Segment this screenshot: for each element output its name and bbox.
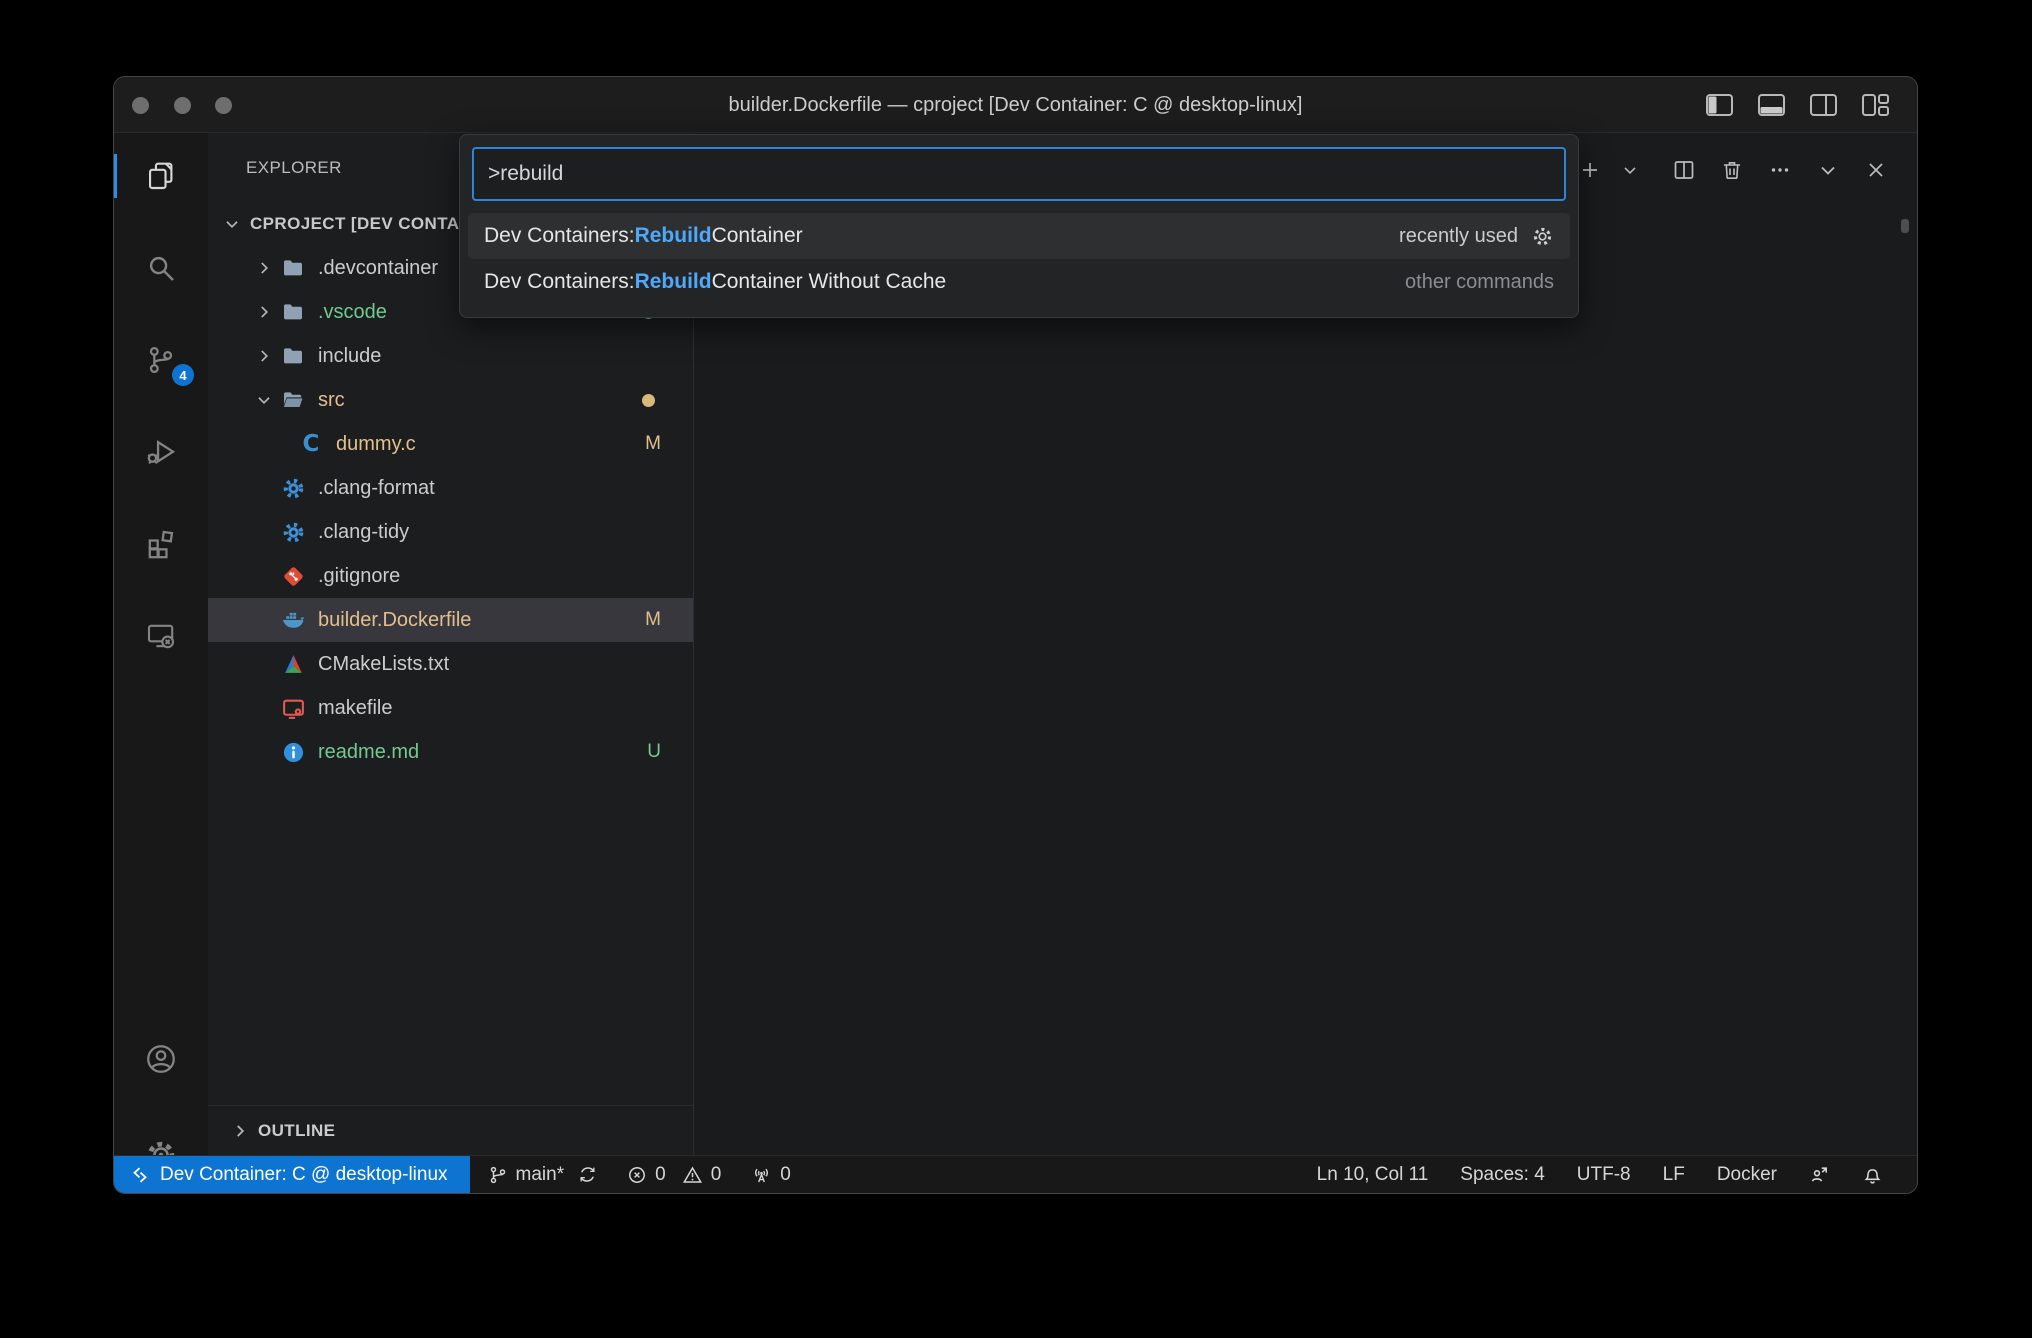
title-bar: builder.Dockerfile — cproject [Dev Conta… [114,77,1917,133]
more-actions-icon[interactable] [1767,157,1793,183]
sync-icon [578,1165,597,1184]
git-badge-modified: M [645,609,661,631]
indentation-item[interactable]: Spaces: 4 [1460,1164,1545,1186]
toggle-primary-sidebar-icon[interactable] [1705,93,1733,117]
toggle-panel-icon[interactable] [1757,93,1785,117]
git-branch-item[interactable]: main* [488,1164,598,1186]
explorer-title: EXPLORER [246,151,342,185]
tree-item-cmakelists[interactable]: CMakeLists.txt [208,642,693,686]
result-text: Dev Containers: [484,224,635,248]
panel-toolbar [1577,157,1889,183]
language-mode-item[interactable]: Docker [1717,1164,1777,1186]
folder-icon [280,255,306,281]
tree-item-dummy-c[interactable]: C dummy.c M [208,422,693,466]
tree-item-include[interactable]: include [208,334,693,378]
tree-item-builder-dockerfile[interactable]: builder.Dockerfile M [208,598,693,642]
command-palette: >rebuild Dev Containers: Rebuild Contain… [459,134,1579,318]
remote-icon [130,1165,150,1185]
group-label-other-commands: other commands [1405,271,1554,294]
close-panel-icon[interactable] [1863,157,1889,183]
activity-bar: 4 1 [114,133,208,1155]
tree-item-makefile[interactable]: makefile [208,686,693,730]
run-debug-view-icon[interactable] [114,428,208,476]
remote-label: Dev Container: C @ desktop-linux [160,1164,448,1186]
search-view-icon[interactable] [114,244,208,292]
eol-item[interactable]: LF [1663,1164,1685,1186]
git-modified-dot [642,394,655,407]
tree-item-clang-format[interactable]: .clang-format [208,466,693,510]
remote-indicator[interactable]: Dev Container: C @ desktop-linux [114,1156,470,1193]
git-badge-modified: M [645,433,661,455]
notifications-bell-icon[interactable] [1862,1164,1883,1185]
command-result-rebuild-without-cache[interactable]: Dev Containers: Rebuild Container Withou… [468,259,1570,305]
chevron-right-icon [254,259,274,277]
gear-file-icon [280,475,306,501]
branch-label: main* [516,1164,565,1186]
chevron-down-icon [254,391,274,409]
radio-tower-icon [751,1165,772,1185]
command-input[interactable]: >rebuild [472,147,1566,201]
result-match: Rebuild [635,224,712,248]
status-bar: Dev Container: C @ desktop-linux main* 0… [114,1155,1917,1193]
makefile-icon [280,695,306,721]
remote-explorer-view-icon[interactable] [114,612,208,660]
configure-keybinding-gear-icon[interactable] [1530,224,1554,248]
command-results: Dev Containers: Rebuild Container recent… [468,213,1570,305]
terminal-dropdown-icon[interactable] [1617,157,1643,183]
customize-layout-icon[interactable] [1861,93,1889,117]
tree-item-readme[interactable]: readme.md U [208,730,693,774]
result-match: Rebuild [635,270,712,294]
command-result-rebuild-container[interactable]: Dev Containers: Rebuild Container recent… [468,213,1570,259]
git-badge-untracked: U [647,741,661,763]
outline-title: OUTLINE [258,1121,335,1141]
tree-item-clang-tidy[interactable]: .clang-tidy [208,510,693,554]
tree-item-src[interactable]: src [208,378,693,422]
kill-terminal-trash-icon[interactable] [1719,157,1745,183]
explorer-view-icon[interactable] [114,152,208,200]
vscode-window: builder.Dockerfile — cproject [Dev Conta… [113,76,1918,1194]
chevron-right-icon [254,303,274,321]
scrollbar-thumb[interactable] [1901,219,1909,233]
chevron-down-icon [222,215,242,233]
cursor-position-item[interactable]: Ln 10, Col 11 [1317,1164,1429,1186]
extensions-view-icon[interactable] [114,520,208,568]
warnings-icon [682,1165,703,1185]
result-text: Container Without Cache [712,270,947,294]
new-terminal-icon[interactable] [1577,157,1603,183]
cmake-file-icon [280,651,306,677]
problems-item[interactable]: 0 0 [627,1164,721,1186]
folder-icon [280,343,306,369]
gear-file-icon [280,519,306,545]
group-label-recently-used: recently used [1399,225,1518,248]
chevron-right-icon [230,1122,250,1140]
source-control-badge: 4 [172,364,194,386]
docker-file-icon [280,607,306,633]
window-title: builder.Dockerfile — cproject [Dev Conta… [114,77,1917,133]
toggle-secondary-sidebar-icon[interactable] [1809,93,1837,117]
restore-panel-chevron-icon[interactable] [1815,157,1841,183]
tree-item-gitignore[interactable]: .gitignore [208,554,693,598]
accounts-icon[interactable] [114,1035,208,1083]
c-file-icon: C [298,431,324,457]
ports-item[interactable]: 0 [751,1164,791,1186]
outline-section-header[interactable]: OUTLINE [208,1105,693,1155]
chevron-right-icon [254,347,274,365]
ports-count: 0 [780,1164,791,1186]
warnings-count: 0 [711,1164,722,1186]
split-terminal-icon[interactable] [1671,157,1697,183]
result-text: Container [712,224,803,248]
encoding-item[interactable]: UTF-8 [1577,1164,1631,1186]
feedback-icon[interactable] [1809,1164,1830,1185]
folder-icon [280,299,306,325]
result-text: Dev Containers: [484,270,635,294]
git-file-icon [280,563,306,589]
errors-count: 0 [655,1164,666,1186]
errors-icon [627,1165,647,1185]
branch-icon [488,1165,508,1185]
info-file-icon [280,739,306,765]
source-control-view-icon[interactable]: 4 [114,336,208,384]
folder-open-icon [280,387,306,413]
